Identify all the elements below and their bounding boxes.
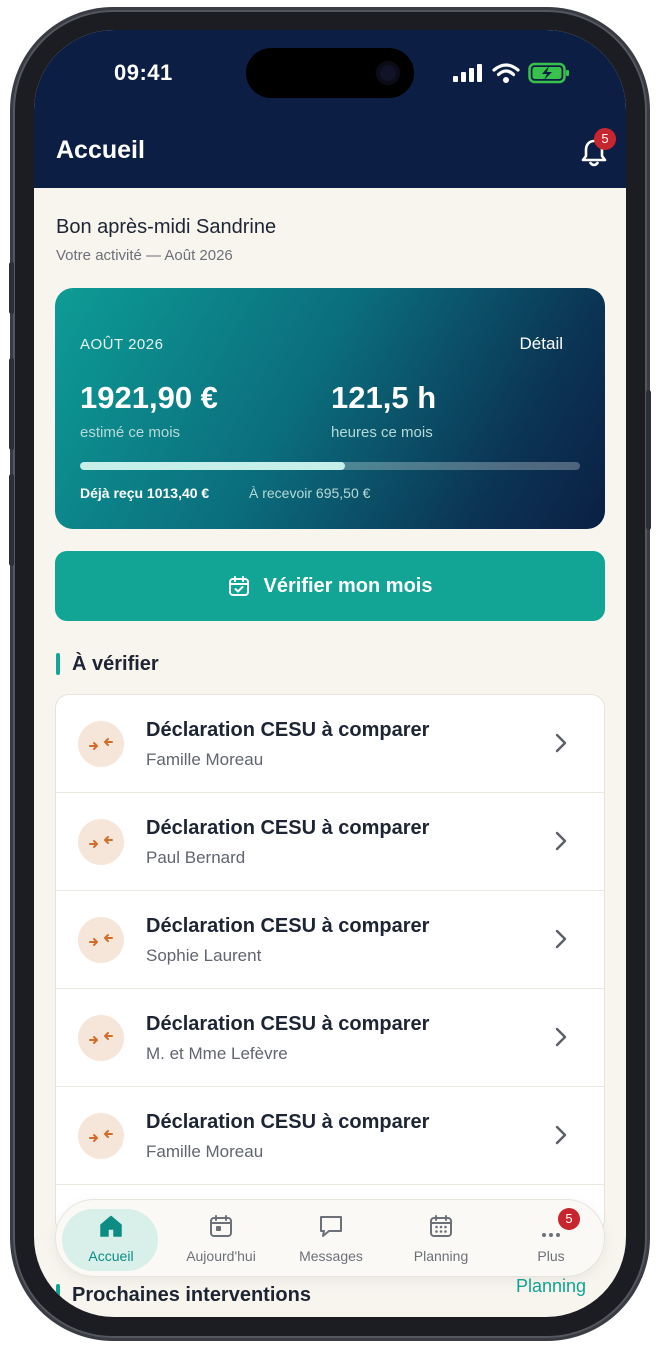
payment-progress-fill xyxy=(80,462,345,470)
tab-home[interactable]: Accueil xyxy=(56,1200,166,1278)
chevron-right-icon xyxy=(555,929,567,949)
list-item[interactable]: Déclaration CESU à comparer Famille More… xyxy=(56,1087,604,1185)
to-check-section-title: À vérifier xyxy=(56,652,159,676)
received-amount: Déjà reçu 1013,40 € xyxy=(80,485,210,501)
item-subtitle: Sophie Laurent xyxy=(146,946,262,965)
verify-month-label: Vérifier mon mois xyxy=(263,574,433,597)
item-title: Déclaration CESU à comparer xyxy=(146,915,430,937)
tab-label: Accueil xyxy=(88,1248,134,1264)
calendar-check-icon xyxy=(228,576,249,596)
tab-label: Aujourd'hui xyxy=(186,1248,256,1264)
tab-today[interactable]: Aujourd'hui xyxy=(166,1200,276,1278)
tab-label: Plus xyxy=(537,1248,565,1264)
chevron-right-icon xyxy=(555,831,567,851)
section-accent xyxy=(56,653,60,675)
battery-charging-icon xyxy=(528,62,569,84)
to-receive-amount: À recevoir 695,50 € xyxy=(249,485,371,501)
more-badge: 5 xyxy=(558,1208,580,1230)
action-button xyxy=(9,262,14,314)
section-accent xyxy=(56,1284,60,1306)
summary-card[interactable]: AOÛT 2026 Détail 1921,90 € estimé ce moi… xyxy=(55,288,605,529)
status-icons xyxy=(452,62,570,84)
tab-messages[interactable]: Messages xyxy=(276,1200,386,1278)
dynamic-island xyxy=(246,48,414,98)
list-item[interactable]: Déclaration CESU à comparer M. et Mme Le… xyxy=(56,989,604,1087)
chevron-right-icon xyxy=(555,1027,567,1047)
to-check-list: Déclaration CESU à comparer Famille More… xyxy=(55,694,605,1234)
chevron-right-icon xyxy=(555,1125,567,1145)
volume-up-button xyxy=(9,358,14,450)
signal-icon xyxy=(453,64,482,82)
power-button xyxy=(646,390,651,530)
item-subtitle: Paul Bernard xyxy=(146,848,246,867)
notification-badge: 5 xyxy=(594,128,616,150)
estimated-amount: 1921,90 € xyxy=(80,380,218,415)
page-title: Accueil xyxy=(56,136,145,164)
upcoming-title: Prochaines interventions xyxy=(72,1283,311,1306)
item-subtitle: Famille Moreau xyxy=(146,750,264,769)
estimated-amount-label: estimé ce mois xyxy=(80,424,181,441)
to-check-title: À vérifier xyxy=(72,652,159,675)
item-subtitle: Famille Moreau xyxy=(146,1142,264,1161)
item-title: Déclaration CESU à comparer xyxy=(146,817,430,839)
home-icon xyxy=(100,1215,122,1237)
wifi-icon xyxy=(492,63,520,83)
greeting-title: Bon après-midi Sandrine xyxy=(56,216,277,238)
hours-label: heures ce mois xyxy=(331,424,433,441)
list-item[interactable]: Déclaration CESU à comparer Famille More… xyxy=(56,695,604,793)
status-time: 09:41 xyxy=(114,60,173,85)
payment-progress-bar xyxy=(80,462,580,470)
chat-bubble-icon xyxy=(320,1216,342,1237)
upcoming-section-title: Prochaines interventions xyxy=(56,1282,311,1308)
verify-month-button[interactable]: Vérifier mon mois xyxy=(55,551,605,621)
summary-detail-link[interactable]: Détail xyxy=(520,334,563,354)
chevron-right-icon xyxy=(555,733,567,753)
compare-arrows-icon xyxy=(78,917,124,963)
compare-arrows-icon xyxy=(78,819,124,865)
greeting-subtitle: Votre activité — Août 2026 xyxy=(56,247,233,264)
list-item[interactable]: Déclaration CESU à comparer Sophie Laure… xyxy=(56,891,604,989)
tab-bar: Accueil Aujourd'hui Messages Planning 5 … xyxy=(55,1199,605,1277)
hours-value: 121,5 h xyxy=(331,380,437,415)
calendar-day-icon xyxy=(210,1215,232,1237)
planning-link[interactable]: Planning xyxy=(516,1276,586,1297)
list-item[interactable]: Déclaration CESU à comparer Paul Bernard xyxy=(56,793,604,891)
tab-label: Planning xyxy=(413,1248,469,1264)
item-title: Déclaration CESU à comparer xyxy=(146,719,430,741)
screen: 09:41 Accueil 5 Bon après-midi Sandrine … xyxy=(34,30,626,1317)
item-title: Déclaration CESU à comparer xyxy=(146,1111,430,1133)
tab-label: Messages xyxy=(299,1248,363,1264)
tab-planning[interactable]: Planning xyxy=(386,1200,496,1278)
compare-arrows-icon xyxy=(78,721,124,767)
calendar-grid-icon xyxy=(430,1215,452,1237)
compare-arrows-icon xyxy=(78,1113,124,1159)
summary-month: AOÛT 2026 xyxy=(80,336,164,353)
tab-more[interactable]: 5 Plus xyxy=(496,1200,606,1278)
camera-icon xyxy=(376,61,400,85)
volume-down-button xyxy=(9,474,14,566)
item-subtitle: M. et Mme Lefèvre xyxy=(146,1044,288,1063)
compare-arrows-icon xyxy=(78,1015,124,1061)
item-title: Déclaration CESU à comparer xyxy=(146,1013,430,1035)
